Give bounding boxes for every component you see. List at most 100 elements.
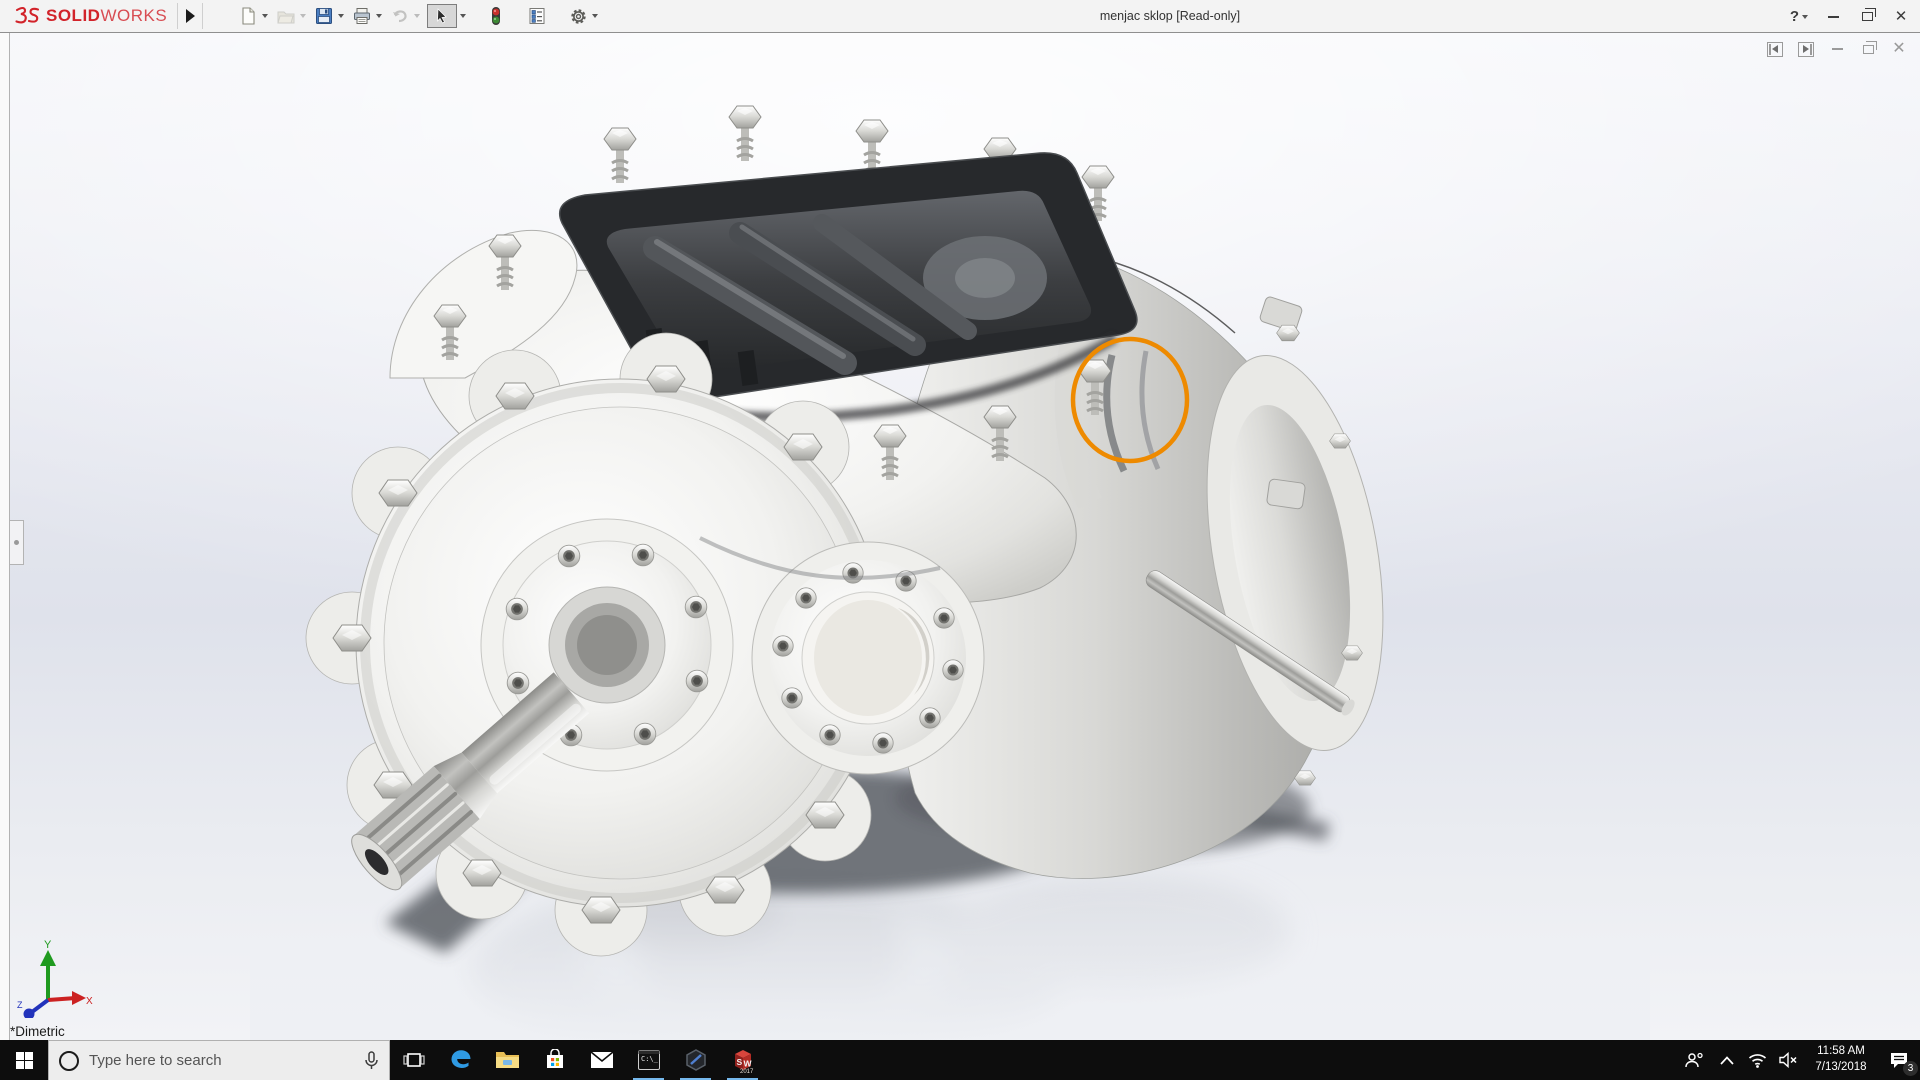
view-orientation-label: *Dimetric [10, 1024, 65, 1039]
print-icon [351, 5, 373, 27]
file-explorer-icon [496, 1052, 519, 1068]
sw-label-year: 2017 [740, 1069, 754, 1074]
taskbar-app-mail[interactable] [578, 1040, 625, 1080]
file-properties-button[interactable] [526, 5, 548, 27]
graphics-viewport[interactable]: ✕ Y X Z *Dimetric [0, 33, 1920, 1040]
restore-button[interactable] [1858, 8, 1876, 26]
rebuild-traffic-light-icon [485, 5, 507, 27]
select-tool-caret[interactable] [460, 14, 467, 18]
minimize-icon [1827, 15, 1839, 18]
tray-clock[interactable]: 11:58 AM 7/13/2018 [1804, 1040, 1878, 1080]
microsoft-store-icon [546, 1049, 563, 1068]
taskbar-search[interactable] [48, 1040, 390, 1080]
options-caret[interactable] [592, 14, 599, 18]
flyout-arrow-icon [185, 9, 195, 23]
system-tray: 11:58 AM 7/13/2018 3 [1676, 1040, 1920, 1080]
taskbar-app-file-explorer[interactable] [484, 1040, 531, 1080]
close-button[interactable]: ✕ [1892, 8, 1910, 26]
print-button[interactable] [351, 5, 383, 27]
pane-expand-right-button[interactable] [1797, 40, 1815, 58]
sw-label-w: W [743, 1058, 752, 1068]
volume-muted-icon [1778, 1052, 1797, 1068]
cmd-label: C:\_ [641, 1055, 659, 1063]
doc-restore-button[interactable] [1859, 40, 1877, 58]
select-cursor-icon [437, 8, 447, 24]
document-window-controls: ✕ [1766, 40, 1908, 58]
options-gear-icon [567, 5, 589, 27]
doc-minimize-button[interactable] [1828, 40, 1846, 58]
file-properties-icon [526, 5, 548, 27]
minimize-button[interactable] [1824, 8, 1842, 26]
task-view-button[interactable] [390, 1040, 437, 1080]
undo-icon [389, 5, 411, 27]
tray-people-button[interactable] [1676, 1040, 1712, 1080]
taskbar-app-composer[interactable] [672, 1040, 719, 1080]
pane-collapse-left-button[interactable] [1766, 40, 1784, 58]
taskbar-app-command-prompt[interactable]: C:\_ [625, 1040, 672, 1080]
start-button[interactable] [0, 1040, 48, 1080]
undo-button[interactable] [389, 5, 421, 27]
action-center-button[interactable]: 3 [1878, 1040, 1920, 1080]
open-document-icon [275, 5, 297, 27]
print-caret[interactable] [376, 14, 383, 18]
solidworks-ds-mark-icon [15, 6, 40, 24]
logo-solid: SOLID [46, 6, 101, 25]
clock-time: 11:58 AM [1817, 1045, 1865, 1058]
tray-volume-button[interactable] [1772, 1040, 1804, 1080]
edge-icon [451, 1050, 470, 1069]
cortana-icon[interactable] [59, 1050, 79, 1071]
help-button[interactable]: ? [1789, 8, 1809, 26]
taskbar-app-solidworks-2017[interactable]: S W 2017 [719, 1040, 766, 1080]
rebuild-button[interactable] [485, 5, 507, 27]
task-view-icon [402, 1053, 425, 1067]
orientation-triad: Y X Z [17, 939, 93, 1018]
people-icon [1685, 1052, 1703, 1068]
tray-network-button[interactable] [1742, 1040, 1772, 1080]
panel-splitter-handle[interactable] [10, 520, 24, 565]
tray-overflow-button[interactable] [1712, 1040, 1742, 1080]
select-tool-button[interactable] [427, 4, 467, 28]
close-icon: ✕ [1894, 8, 1908, 25]
taskbar: C:\_ S W 2017 [0, 1040, 1920, 1080]
pane-collapse-left-icon [1767, 41, 1783, 57]
quick-access-toolbar [237, 4, 605, 28]
new-document-button[interactable] [237, 5, 269, 27]
restore-icon [1861, 8, 1876, 21]
save-icon [313, 5, 335, 27]
save-caret[interactable] [338, 14, 345, 18]
left-panel-strip [0, 33, 9, 1040]
undo-caret[interactable] [414, 14, 421, 18]
new-document-caret[interactable] [262, 14, 269, 18]
sw-label-s: S [736, 1057, 742, 1067]
doc-restore-icon [1862, 40, 1877, 54]
save-button[interactable] [313, 5, 345, 27]
solidworks-window: SOLIDWORKS menjac sklop [Read-only] ? ✕ … [0, 0, 1920, 1080]
solidworks-logo: SOLIDWORKS [0, 0, 177, 32]
microphone-icon[interactable] [364, 1050, 379, 1071]
logo-works: WORKS [100, 6, 168, 25]
chevron-up-icon [1720, 1055, 1734, 1065]
command-prompt-icon: C:\_ [637, 1050, 660, 1070]
pane-expand-right-icon [1798, 41, 1814, 57]
doc-close-button[interactable]: ✕ [1890, 40, 1908, 58]
options-button[interactable] [567, 5, 599, 27]
menu-flyout-button[interactable] [177, 3, 204, 29]
window-controls: ? ✕ [1790, 0, 1910, 33]
doc-minimize-icon [1831, 48, 1843, 50]
handle-dot-icon [14, 540, 19, 545]
help-icon: ? [1789, 8, 1800, 25]
wifi-icon [1748, 1053, 1766, 1068]
search-input[interactable] [89, 1052, 354, 1069]
triad-y-label: Y [44, 939, 52, 951]
taskbar-app-store[interactable] [531, 1040, 578, 1080]
open-document-button[interactable] [275, 5, 307, 27]
help-caret[interactable] [1802, 14, 1809, 19]
notification-badge: 3 [1903, 1061, 1918, 1076]
solidworks-2017-icon: S W 2017 [734, 1049, 754, 1074]
taskbar-app-edge[interactable] [437, 1040, 484, 1080]
new-document-icon [237, 5, 259, 27]
select-tool-pressed-box [427, 4, 458, 28]
open-document-caret[interactable] [300, 14, 307, 18]
composer-hexagon-icon [685, 1049, 706, 1071]
windows-logo-icon [15, 1051, 33, 1069]
